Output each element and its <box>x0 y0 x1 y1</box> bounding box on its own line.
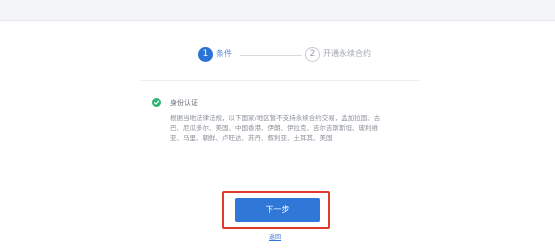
identity-verification-title: 身份认证 <box>170 99 198 107</box>
step-2-number: 2 <box>305 47 320 62</box>
next-step-button[interactable]: 下一步 <box>235 198 320 222</box>
top-bar <box>0 0 555 20</box>
section-divider <box>140 80 420 81</box>
top-bar-divider <box>0 20 555 21</box>
step-1-label: 条件 <box>216 49 232 58</box>
restriction-notice: 根据当地法律法规，以下国家/地区暂不支持永续合约交易，孟加拉国、古巴、厄瓜多尔、… <box>170 114 381 142</box>
step-1-number: 1 <box>198 47 213 62</box>
check-circle-icon <box>152 98 161 107</box>
page: 1 条件 2 开通永续合约 身份认证 根据当地法律法规，以下国家/地区暂不支持永… <box>0 0 555 251</box>
back-link[interactable]: 返回 <box>269 232 281 241</box>
step-connector <box>240 55 302 56</box>
step-2-label: 开通永续合约 <box>323 49 371 58</box>
step-indicator: 1 条件 2 开通永续合约 <box>0 44 555 66</box>
